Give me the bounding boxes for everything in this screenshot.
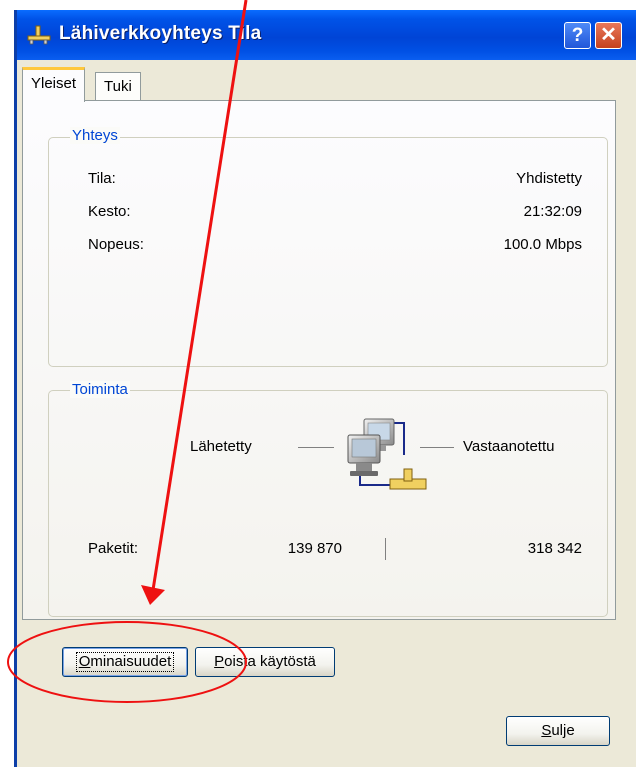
speed-label: Nopeus: [88,236,144,253]
close-button[interactable]: Sulje [506,716,610,746]
disable-button[interactable]: Poista käytöstä [195,647,335,677]
network-connection-icon [27,25,51,45]
properties-button[interactable]: Ominaisuudet [62,647,188,677]
duration-label: Kesto: [88,203,131,220]
sent-connector [298,447,334,448]
speed-value: 100.0 Mbps [503,236,582,253]
window-title: Lähiverkkoyhteys Tila [59,23,262,44]
properties-label: minaisuudet [90,653,172,670]
activity-group [48,390,608,617]
disable-label: oista käytöstä [224,653,316,670]
tab-yleiset[interactable]: Yleiset [22,67,86,102]
packets-divider [385,538,386,560]
close-window-button[interactable]: ✕ [595,22,622,49]
disable-mnemonic: P [214,653,225,670]
close-mnemonic: S [541,722,552,739]
sent-label: Lähetetty [190,438,252,455]
title-bar[interactable]: Lähiverkkoyhteys Tila ? ✕ [17,10,636,60]
help-button[interactable]: ? [564,22,591,49]
properties-mnemonic: O [78,653,91,670]
received-label: Vastaanotettu [463,438,555,455]
close-label: ulje [551,722,575,739]
activity-group-heading: Toiminta [70,381,130,398]
duration-value: 21:32:09 [523,203,582,220]
status-value: Yhdistetty [516,170,582,187]
packets-sent-value: 139 870 [287,540,342,557]
connection-group-heading: Yhteys [70,127,120,144]
status-label: Tila: [88,170,116,187]
packets-received-value: 318 342 [527,540,582,557]
properties-button-focus: Ominaisuudet [75,652,175,672]
tab-tuki[interactable]: Tuki [95,72,141,102]
packets-label: Paketit: [88,540,139,557]
network-computers-icon [347,418,427,490]
